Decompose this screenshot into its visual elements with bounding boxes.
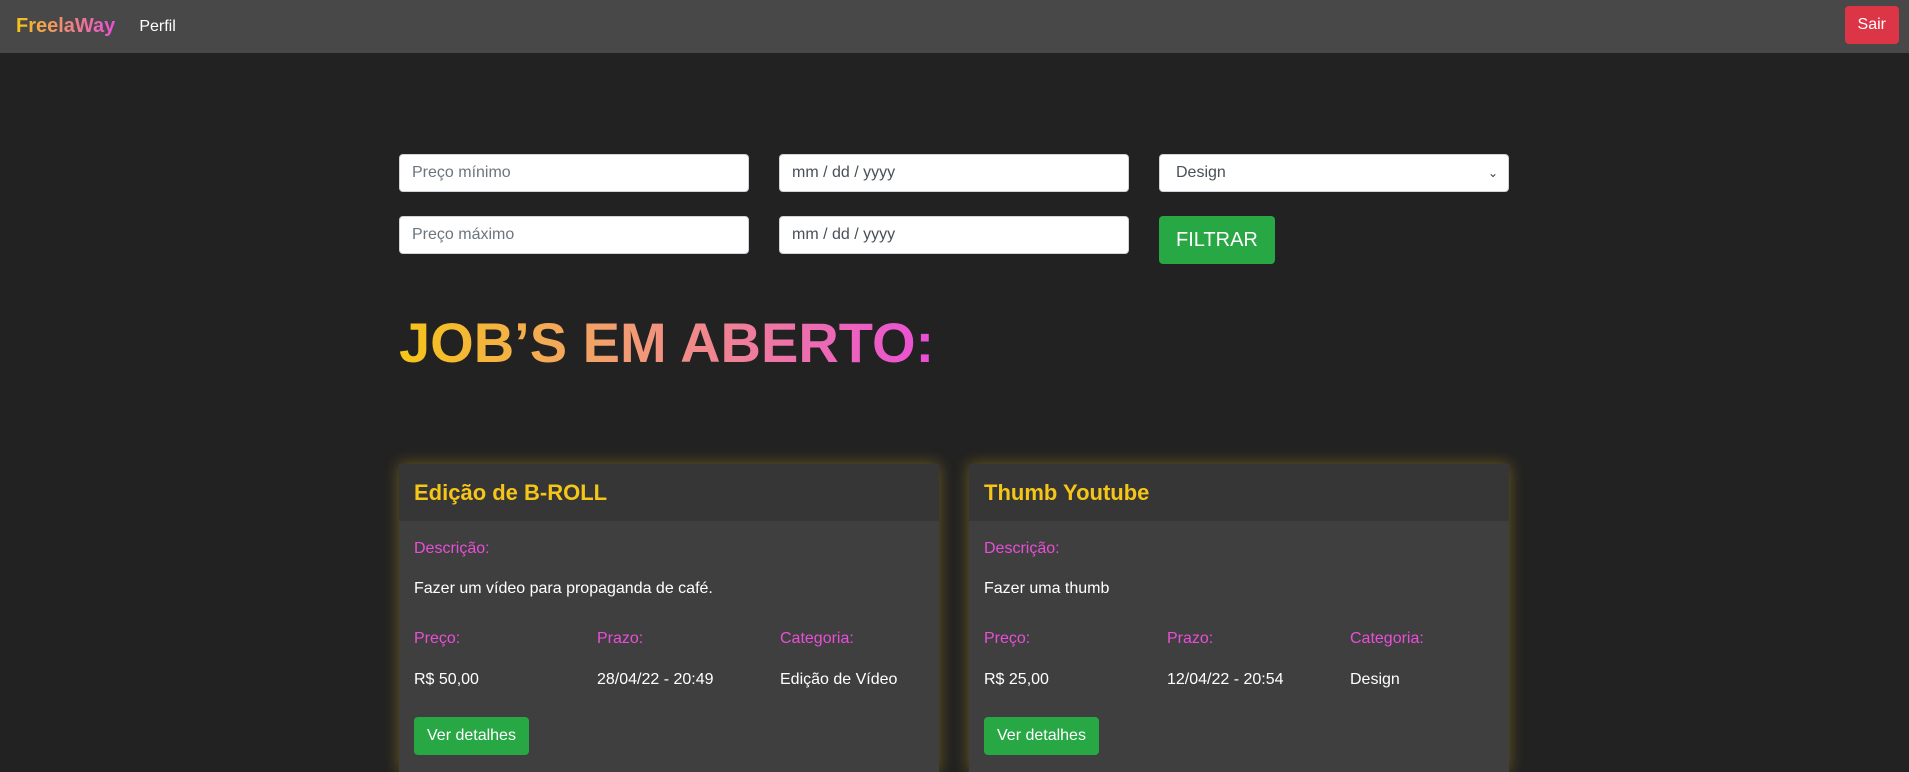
start-date-input[interactable]: mm / dd / yyyy [779,154,1129,192]
price-label: Preço: [414,630,461,647]
job-title: Edição de B-ROLL [414,479,608,505]
brand-logo[interactable]: FreelaWay [16,15,115,38]
job-category: Design [1350,671,1400,688]
max-price-input[interactable]: Preço máximo [399,216,749,254]
job-description: Fazer um vídeo para propaganda de café. [414,580,713,597]
job-deadline: 12/04/22 - 20:54 [1167,671,1284,688]
job-card: Edição de B-ROLL Descrição: Fazer um víd… [399,464,939,772]
nav-link-profile[interactable]: Perfil [139,18,175,36]
category-select[interactable]: Design ⌄ [1159,154,1509,192]
filter-button[interactable]: FILTRAR [1159,216,1275,264]
deadline-label: Prazo: [1167,630,1214,647]
job-description: Fazer uma thumb [984,580,1110,597]
category-label: Categoria: [780,630,854,647]
category-select-value: Design [1176,164,1226,181]
job-card-header: Thumb Youtube [969,464,1509,521]
deadline-label: Prazo: [597,630,644,647]
job-card: Thumb Youtube Descrição: Fazer uma thumb… [969,464,1509,772]
end-date-input[interactable]: mm / dd / yyyy [779,216,1129,254]
job-price: R$ 25,00 [984,671,1049,688]
description-label: Descrição: [984,540,1060,557]
view-details-button[interactable]: Ver detalhes [984,717,1099,755]
price-label: Preço: [984,630,1031,647]
page-title: JOB’S EM ABERTO: [399,311,935,374]
category-label: Categoria: [1350,630,1424,647]
job-deadline: 28/04/22 - 20:49 [597,671,714,688]
view-details-button[interactable]: Ver detalhes [414,717,529,755]
description-label: Descrição: [414,540,490,557]
job-title: Thumb Youtube [984,479,1150,505]
filter-form: Preço mínimo Preço máximo mm / dd / yyyy… [399,154,1509,264]
logout-button[interactable]: Sair [1844,6,1899,44]
job-price: R$ 50,00 [414,671,479,688]
top-navbar: FreelaWay Perfil Sair [0,0,1909,53]
min-price-input[interactable]: Preço mínimo [399,154,749,192]
job-category: Edição de Vídeo [780,671,898,688]
chevron-down-icon: ⌄ [1487,166,1498,180]
job-card-header: Edição de B-ROLL [399,464,939,521]
